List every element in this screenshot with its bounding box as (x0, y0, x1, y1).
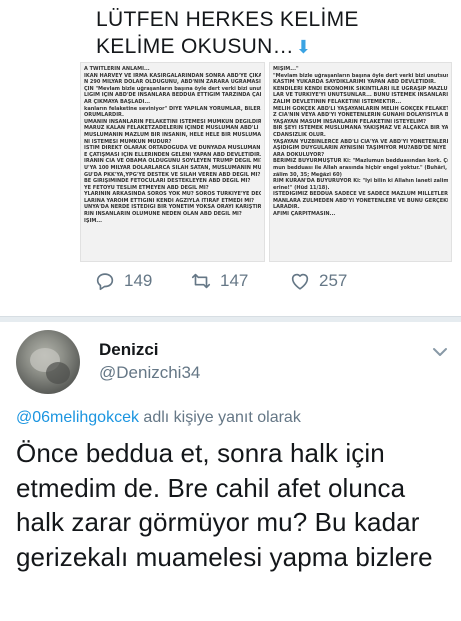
display-name[interactable]: Denizci (99, 340, 159, 360)
image-text-line: İSTEDİĞİMİZ BEDDUA SADECE VE SADECE MAZL… (273, 191, 448, 198)
image-text-line: NI İSTEMESİ MÜMKÜN MÜDÜR? (84, 138, 172, 145)
image-text-line: erine!" (Hûd 11/18). (273, 184, 330, 191)
replying-to: @06melihgokcek adlı kişiye yanıt olarak (16, 409, 301, 427)
image-text-line: RIN İNSANLARIN ÖLÜMÜNE NEDEN OLAN ABD DE… (84, 211, 242, 218)
image-text-line: IRANIN CIA VE OBAMA OLDUĞUNU SÖYLEYEN TR… (84, 158, 261, 165)
like-count: 257 (319, 271, 348, 290)
divider (0, 316, 461, 322)
image-text-line: YE FETOYU TESLİM ETMEYEN ABD DEĞİL Mİ? (84, 184, 209, 191)
image-text-line: KASTIM YUKARDA SAYDIKLARIMI YAPAN ABD DE… (273, 79, 436, 86)
image-text-line: KENDİLERİ KENDİ EKONOMİK SIKINTILARI İLE… (273, 85, 448, 92)
image-text-line: MANLARA ZULMEDEN ABD'Yİ YÖNETENLERE VE B… (273, 197, 448, 204)
replying-to-label: adlı kişiye yanıt olarak (138, 409, 301, 426)
image-text-line: AŞIDIĞIM DUYGULARIN AYNISINI TAŞIMIYOR M… (273, 145, 448, 152)
retweet-count: 147 (220, 271, 249, 290)
image-text-line: ÜMANIN İNSANLARIN FELAKETİNİ İSTEMESİ MÜ… (84, 118, 261, 125)
image-text-line: U'YA 100 MİLYAR DOLARLARCA SİLAH SATAN, … (84, 164, 261, 171)
image-text-line: ÇİN "Mevlam bizle uğraşanların başına öy… (84, 85, 261, 92)
image-text-line: ÜNYA'DA NERDE İSTEDİĞİ BİR YÖNETİM YOKSA… (84, 204, 261, 211)
tweet-image-left[interactable]: A TWITLERIN ANLAMI... İKAN HARVEY VE İRMA… (80, 62, 265, 262)
image-text-line: MELİH GÖKÇEK ABD'Lİ YAŞAYANLARIN MELİH G… (273, 105, 448, 112)
image-text-line: BERİMİZ BUYURMUŞTUR Ki: "Mazlumun beddua… (273, 158, 448, 165)
image-text-line: ĞU'DA PKK'YA,YPG'YE DESTEK VE SİLAH VERE… (84, 171, 261, 178)
image-text-line: LARADIR. (273, 204, 300, 211)
tweet-text: Önce beddua et, sonra halk için etmedim … (16, 438, 433, 572)
image-text-line: mun bedduası ile Allah arasında hiçbir e… (273, 164, 448, 171)
quoted-tweet: LÜTFEN HERKES KELİME KELİME OKUSUN… ⬇ A T… (0, 0, 461, 320)
image-text-line: YAŞAYAN YÜZBİNLERCE ABD'Lİ CİA'YA VE ABD… (273, 138, 448, 145)
down-arrow-emoji-icon: ⬇ (295, 37, 312, 57)
image-text-line: zâlim 30, 35; Meğâzî 60) (273, 171, 342, 178)
image-text-line: kanların felaketine seviniyor" DİYE YAPI… (84, 105, 261, 112)
image-text-line: E ÇATIŞMASI İÇİN ELLERİNDEN GELENİ YAPAN… (84, 151, 261, 158)
image-text-line: LIĞIM İÇİN ABD'DE İNSANLARA BEDDUA ETTİĞ… (84, 92, 261, 99)
image-text-line: BE GİRİŞİMİNDE FETOCULARI DESTEKLEYEN AB… (84, 178, 251, 185)
headline-text: LÜTFEN HERKES KELİME KELİME OKUSUN… (96, 8, 359, 58)
image-text-line: RİM KURAN'DA BUYURUYOR Ki: "İyi bilin ki… (273, 178, 448, 185)
image-text-line: IŞIM... (84, 217, 102, 224)
tweet-images[interactable]: A TWITLERIN ANLAMI... İKAN HARVEY VE İRMA… (80, 62, 452, 262)
reply-count: 149 (124, 271, 153, 290)
replying-to-mention-link[interactable]: @06melihgokcek (16, 409, 139, 426)
image-text-line: LARINA YAROIM ETTİĞİNİ KENDİ AĞZIYLA İTİ… (84, 197, 255, 204)
image-text-line: İKAN HARVEY VE İRMA KASIRGALARINDAN SONR… (84, 72, 261, 79)
retweet-icon (191, 273, 211, 289)
like-button[interactable]: 257 (289, 270, 347, 292)
retweet-button[interactable]: 147 (190, 270, 248, 292)
image-text-line: N 290 MİLYAR DOLAR OLDUĞUNU, ABD'NİN ZAR… (84, 79, 261, 86)
image-text-line: MÜSLÜMANIN MAZLUM BİR İNSANIN, HELE HELE… (84, 131, 261, 138)
image-text-line: ORUMLARDIR. (84, 112, 124, 119)
image-text-line: A TWITLERIN ANLAMI... (84, 66, 150, 72)
image-text-line: LAR VE TÜRKİYE'Yİ UNUTSUNLAR... BUNU İST… (273, 92, 448, 99)
quoted-tweet-headline: LÜTFEN HERKES KELİME KELİME OKUSUN… ⬇ (96, 6, 436, 61)
chevron-down-icon[interactable] (431, 343, 449, 361)
image-text-line: CDANSIZLIK OLUR. (273, 131, 326, 138)
image-text-line: MIŞIM..." (273, 66, 299, 72)
reply-icon (96, 273, 114, 291)
avatar-shape (46, 362, 70, 384)
user-handle[interactable]: @Denizchi34 (99, 363, 200, 383)
reply-button[interactable]: 149 (94, 270, 152, 292)
image-text-line: MARUZ KALAN FELAKETZADELERİN İÇİNDE MÜSL… (84, 125, 259, 132)
avatar[interactable] (16, 330, 80, 394)
image-text-line: Z CIA'NIN VEYA ABD'Yİ YÖNETENLERİN GÜNAH… (273, 112, 448, 119)
image-text-line: "Mevlam bizle uğraşanların başına öyle d… (273, 72, 448, 79)
image-text-line: BİR ŞEYİ İSTEMEK MÜSLÜMANA YAKIŞMAZ VE A… (273, 125, 448, 132)
heart-icon (291, 273, 309, 290)
image-text-line: AR ÇIKMAYA BAŞLADI... (84, 98, 151, 105)
image-text-line: ZALİM DEVLETİNİN FELAKETİNİ İSTEMEKTİR..… (273, 98, 402, 105)
tweet-actions: 149 147 257 (94, 270, 434, 300)
image-text-line: ARA DÖKÜLÜYOR? (273, 151, 325, 158)
image-text-line: AFIMI ÇARPITMASIN... (273, 211, 336, 218)
tweet-image-right[interactable]: MIŞIM..." "Mevlam bizle uğraşanların başı… (269, 62, 452, 262)
image-text-line: ISTİM DİREKT OLARAK ORTADOĞUDA VE DÜNYAD… (84, 145, 261, 152)
image-text-line: YLARININ ARKASINDA SOROS YOK MU? SOROS T… (84, 191, 261, 198)
image-text-line: YAŞAYAN MASUM İNSANLARIN FELAKETİNİ İSTE… (273, 118, 427, 125)
